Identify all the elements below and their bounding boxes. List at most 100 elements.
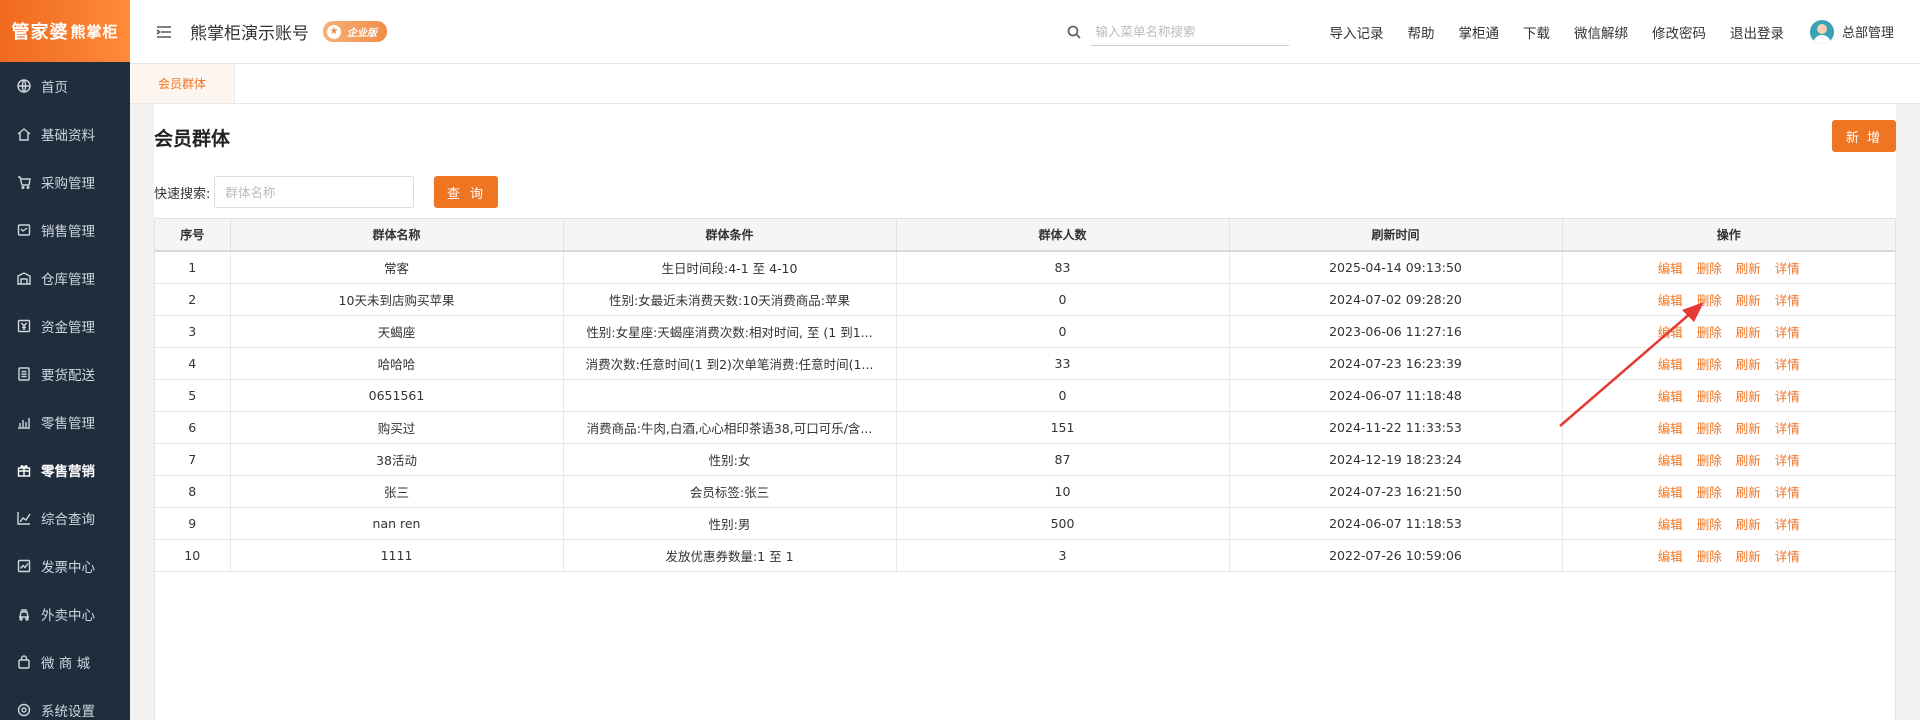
link-help[interactable]: 帮助	[1407, 22, 1434, 42]
search-icon[interactable]	[1067, 25, 1082, 39]
table-row[interactable]: 10 1111 发放优惠券数量:1 至 1 3 2022-07-26 10:59:06 编…	[155, 539, 1895, 572]
group-name: 购买过	[230, 411, 564, 444]
refresh-link[interactable]: 刷新	[1736, 485, 1761, 500]
member-group-table: 序号 群体名称 群体条件 群体人数 刷新时间 操作 1 常客 生日时间段:4-1 至…	[154, 218, 1896, 720]
table-row[interactable]: 6 购买过 消费商品:牛肉,白酒,心心相印茶语38,可口可乐/含... 151 2024…	[155, 411, 1895, 444]
tab-member-groups[interactable]: 会员群体	[130, 64, 236, 103]
link-wechat-unbind[interactable]: 微信解绑	[1574, 22, 1628, 42]
menu-toggle-icon[interactable]	[154, 22, 174, 42]
brand-logo[interactable]: 管家婆 熊掌柜	[0, 0, 130, 62]
star-icon: ★	[327, 24, 341, 39]
sidebar-item-13[interactable]: 系统设置	[0, 686, 130, 720]
row-actions: 编辑 删除 刷新 详情	[1562, 507, 1895, 540]
edition-badge-label: 企业版	[347, 28, 377, 39]
details-link[interactable]: 详情	[1775, 357, 1800, 372]
details-link[interactable]: 详情	[1775, 549, 1800, 564]
sidebar-item-4[interactable]: 仓库管理	[0, 254, 130, 302]
table-row[interactable]: 2 10天未到店购买苹果 性别:女最近未消费天数:10天消费商品:苹果 0 2024-0…	[155, 283, 1895, 316]
col-header-actions: 操作	[1562, 219, 1895, 252]
sidebar-item-1[interactable]: 基础资料	[0, 110, 130, 158]
group-name: 1111	[230, 539, 564, 572]
group-count: 0	[896, 315, 1230, 348]
sidebar-item-11[interactable]: 外卖中心	[0, 590, 130, 638]
table-row[interactable]: 7 38活动 性别:女 87 2024-12-19 18:23:24 编辑 删除 刷新 详情	[155, 443, 1895, 476]
sidebar-item-0[interactable]: 首页	[0, 62, 130, 110]
delete-link[interactable]: 删除	[1697, 517, 1722, 532]
refresh-link[interactable]: 刷新	[1736, 517, 1761, 532]
link-download[interactable]: 下载	[1523, 22, 1550, 42]
details-link[interactable]: 详情	[1775, 293, 1800, 308]
delivery-icon	[16, 606, 32, 622]
sidebar-item-label: 微 商 城	[41, 656, 91, 672]
link-import-records[interactable]: 导入记录	[1329, 22, 1383, 42]
sidebar-item-label: 采购管理	[41, 176, 95, 192]
refresh-link[interactable]: 刷新	[1736, 549, 1761, 564]
edit-link[interactable]: 编辑	[1658, 357, 1683, 372]
sidebar-item-2[interactable]: 采购管理	[0, 158, 130, 206]
delete-link[interactable]: 删除	[1697, 485, 1722, 500]
edit-link[interactable]: 编辑	[1658, 293, 1683, 308]
table-row[interactable]: 8 张三 会员标签:张三 10 2024-07-23 16:21:50 编辑 删除 刷新 详情	[155, 475, 1895, 508]
sidebar-item-9[interactable]: 综合查询	[0, 494, 130, 542]
sidebar-item-8[interactable]: 零售营销	[0, 446, 130, 494]
refresh-link[interactable]: 刷新	[1736, 389, 1761, 404]
refresh-link[interactable]: 刷新	[1736, 421, 1761, 436]
menu-search-input[interactable]	[1091, 17, 1290, 46]
group-name-input[interactable]	[214, 176, 415, 208]
table-row[interactable]: 1 常客 生日时间段:4-1 至 4-10 83 2025-04-14 09:13:50…	[155, 251, 1895, 284]
details-link[interactable]: 详情	[1775, 421, 1800, 436]
group-name: 38活动	[230, 443, 564, 476]
top-header: 熊掌柜演示账号 ★ 企业版 导入记录 帮助 掌柜通 下载 微信解绑 修改密码 退…	[130, 0, 1920, 64]
edit-link[interactable]: 编辑	[1658, 325, 1683, 340]
refresh-link[interactable]: 刷新	[1736, 453, 1761, 468]
edit-link[interactable]: 编辑	[1658, 517, 1683, 532]
edit-link[interactable]: 编辑	[1658, 485, 1683, 500]
sidebar-item-10[interactable]: 发票中心	[0, 542, 130, 590]
details-link[interactable]: 详情	[1775, 485, 1800, 500]
link-zhangguitong[interactable]: 掌柜通	[1458, 22, 1499, 42]
table-row[interactable]: 5 0651561 0 2024-06-07 11:18:48 编辑 删除 刷新 详情	[155, 379, 1895, 412]
delete-link[interactable]: 删除	[1697, 357, 1722, 372]
col-header-refresh-time[interactable]: 刷新时间	[1229, 219, 1563, 252]
user-menu[interactable]: 总部管理	[1809, 19, 1894, 44]
edit-link[interactable]: 编辑	[1658, 549, 1683, 564]
delete-link[interactable]: 删除	[1697, 549, 1722, 564]
delete-link[interactable]: 删除	[1697, 389, 1722, 404]
col-header-name[interactable]: 群体名称	[230, 219, 564, 252]
refresh-link[interactable]: 刷新	[1736, 325, 1761, 340]
refresh-link[interactable]: 刷新	[1736, 357, 1761, 372]
refresh-time: 2024-06-07 11:18:48	[1229, 379, 1563, 412]
edit-link[interactable]: 编辑	[1658, 261, 1683, 276]
edit-link[interactable]: 编辑	[1658, 421, 1683, 436]
table-row[interactable]: 9 nan ren 性别:男 500 2024-06-07 11:18:53 编辑 删除 刷新…	[155, 507, 1895, 540]
edit-link[interactable]: 编辑	[1658, 389, 1683, 404]
edit-link[interactable]: 编辑	[1658, 453, 1683, 468]
details-link[interactable]: 详情	[1775, 453, 1800, 468]
sidebar-item-12[interactable]: 微 商 城	[0, 638, 130, 686]
refresh-link[interactable]: 刷新	[1736, 261, 1761, 276]
delete-link[interactable]: 删除	[1697, 261, 1722, 276]
delete-link[interactable]: 删除	[1697, 325, 1722, 340]
home-icon	[16, 126, 32, 142]
query-button[interactable]: 查 询	[434, 176, 499, 208]
delete-link[interactable]: 删除	[1697, 421, 1722, 436]
table-row[interactable]: 3 天蝎座 性别:女星座:天蝎座消费次数:相对时间, 至 (1 到1... 0 2023…	[155, 315, 1895, 348]
delete-link[interactable]: 删除	[1697, 293, 1722, 308]
bar-chart-icon	[16, 414, 32, 430]
col-header-count[interactable]: 群体人数	[896, 219, 1230, 252]
table-row[interactable]: 4 哈哈哈 消费次数:任意时间(1 到2)次单笔消费:任意时间(1... 33 2024…	[155, 347, 1895, 380]
sidebar-item-5[interactable]: 资金管理	[0, 302, 130, 350]
refresh-time: 2023-06-06 11:27:16	[1229, 315, 1563, 348]
details-link[interactable]: 详情	[1775, 389, 1800, 404]
sidebar-item-7[interactable]: 零售管理	[0, 398, 130, 446]
details-link[interactable]: 详情	[1775, 517, 1800, 532]
link-logout[interactable]: 退出登录	[1730, 22, 1784, 42]
delete-link[interactable]: 删除	[1697, 453, 1722, 468]
sidebar-item-6[interactable]: 要货配送	[0, 350, 130, 398]
sidebar-item-3[interactable]: 销售管理	[0, 206, 130, 254]
add-button[interactable]: 新 增	[1832, 120, 1896, 152]
details-link[interactable]: 详情	[1775, 325, 1800, 340]
details-link[interactable]: 详情	[1775, 261, 1800, 276]
link-change-password[interactable]: 修改密码	[1652, 22, 1706, 42]
refresh-link[interactable]: 刷新	[1736, 293, 1761, 308]
